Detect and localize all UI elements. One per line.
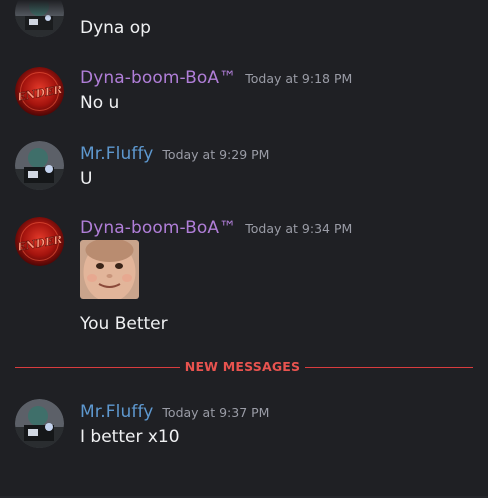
divider-line <box>15 367 180 368</box>
message: ENDER Dyna-boom-BoA™ Today at 9:18 PM No… <box>0 62 488 122</box>
message-text: U <box>80 169 93 189</box>
mr-fluffy-avatar-icon <box>15 0 64 37</box>
new-messages-divider: NEW MESSAGES <box>15 359 473 374</box>
message-text: Dyna op <box>80 18 151 38</box>
avatar[interactable] <box>15 0 64 37</box>
mr-fluffy-avatar-icon <box>15 399 64 448</box>
baby-face-image <box>80 240 139 299</box>
divider-line <box>305 367 473 368</box>
mr-fluffy-avatar-icon <box>15 141 64 190</box>
avatar[interactable]: ENDER <box>15 67 64 116</box>
username[interactable]: Mr.Fluffy <box>80 144 153 164</box>
avatar[interactable] <box>15 399 64 448</box>
message-header: Mr.Fluffy Today at 9:29 PM <box>80 144 269 164</box>
message-header: Dyna-boom-BoA™ Today at 9:34 PM <box>80 218 352 238</box>
username[interactable]: Dyna-boom-BoA™ <box>80 68 236 88</box>
message-header: Mr.Fluffy Today at 9:37 PM <box>80 402 269 422</box>
timestamp[interactable]: Today at 9:37 PM <box>162 405 269 420</box>
message: Mr.Fluffy Today at 9:29 PM U <box>0 138 488 198</box>
ender-avatar-icon: ENDER <box>15 67 64 116</box>
username[interactable]: Dyna-boom-BoA™ <box>80 218 236 238</box>
message-text: I better x10 <box>80 427 180 447</box>
timestamp[interactable]: Today at 9:29 PM <box>162 147 269 162</box>
message-header: Dyna-boom-BoA™ Today at 9:18 PM <box>80 68 352 88</box>
ender-avatar-icon: ENDER <box>15 217 64 266</box>
message-text: You Better <box>80 314 168 334</box>
message-continued: Dyna op <box>0 0 488 48</box>
message: ENDER Dyna-boom-BoA™ Today at 9:34 PM Yo… <box>0 212 488 342</box>
username[interactable]: Mr.Fluffy <box>80 402 153 422</box>
timestamp[interactable]: Today at 9:34 PM <box>245 221 352 236</box>
message: Mr.Fluffy Today at 9:37 PM I better x10 <box>0 396 488 456</box>
timestamp[interactable]: Today at 9:18 PM <box>245 71 352 86</box>
new-messages-label: NEW MESSAGES <box>184 359 301 374</box>
avatar[interactable]: ENDER <box>15 217 64 266</box>
avatar[interactable] <box>15 141 64 190</box>
message-text: No u <box>80 93 120 113</box>
chat-message-list[interactable]: Dyna op ENDER Dyna-boom-BoA™ Today at 9:… <box>0 0 488 498</box>
image-attachment[interactable] <box>80 240 139 299</box>
